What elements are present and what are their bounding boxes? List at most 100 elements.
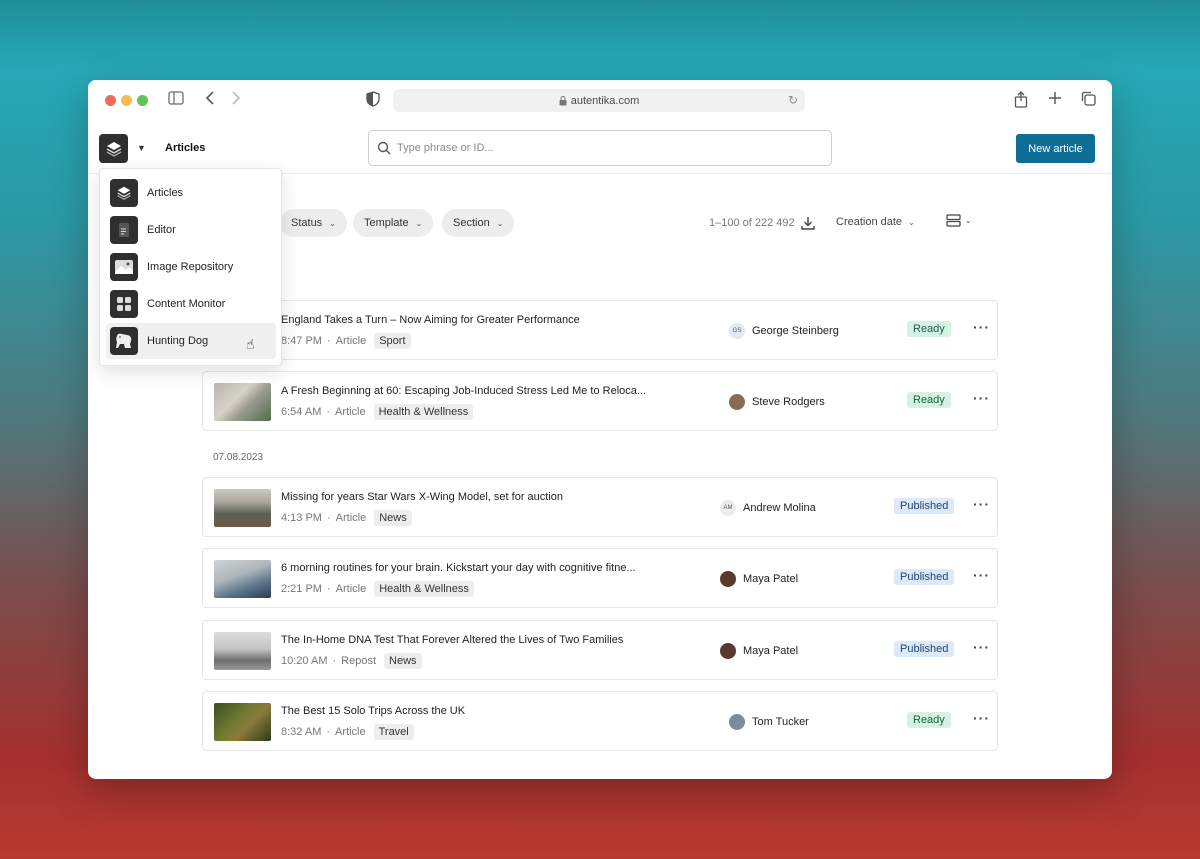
tab-overview-icon[interactable]: [1081, 91, 1096, 111]
list-view-icon: [946, 214, 961, 227]
author-name: Steve Rodgers: [752, 396, 825, 408]
author-name: Andrew Molina: [743, 502, 816, 514]
article-time: 10:20 AM: [281, 655, 328, 667]
more-options-icon[interactable]: ···: [973, 567, 990, 583]
search-icon: [377, 141, 391, 155]
avatar: [720, 643, 736, 659]
table-row[interactable]: 6 morning routines for your brain. Kicks…: [202, 548, 998, 608]
close-window-button[interactable]: [105, 95, 116, 106]
menu-item-label: Content Monitor: [147, 298, 226, 310]
app-switcher-button[interactable]: [99, 134, 128, 163]
results-count: 1–100 of 222 492: [709, 216, 815, 230]
search-input[interactable]: [397, 142, 817, 154]
layers-icon: [106, 141, 121, 157]
author: GS George Steinberg: [729, 323, 839, 339]
author: Maya Patel: [720, 643, 798, 659]
address-bar[interactable]: autentika.com ↻: [393, 89, 805, 112]
article-title[interactable]: A Fresh Beginning at 60: Escaping Job-In…: [281, 385, 646, 397]
article-thumbnail: [214, 560, 271, 598]
table-row[interactable]: A Fresh Beginning at 60: Escaping Job-In…: [202, 371, 998, 431]
browser-window: autentika.com ↻ ▼ Articles New article S…: [88, 80, 1112, 779]
app-header: ▼ Articles New article: [88, 122, 1112, 174]
menu-item-label: Image Repository: [147, 261, 234, 273]
author: Tom Tucker: [729, 714, 809, 730]
caret-down-icon[interactable]: ▼: [137, 143, 146, 153]
dog-icon: [110, 327, 138, 355]
chevron-down-icon: ⌄: [329, 218, 336, 228]
article-type: Article: [335, 512, 367, 524]
status-filter[interactable]: Status ⌄: [280, 209, 347, 237]
status-filter-label: Status: [291, 217, 323, 229]
table-row[interactable]: The In-Home DNA Test That Forever Altere…: [202, 620, 998, 680]
article-title[interactable]: 6 morning routines for your brain. Kicks…: [281, 562, 636, 574]
sort-label: Creation date: [836, 216, 903, 228]
status-badge: Published: [894, 641, 955, 657]
article-type: Article: [335, 406, 366, 418]
share-icon[interactable]: [1014, 91, 1028, 113]
author: Steve Rodgers: [729, 394, 825, 410]
article-time: 8:47 PM: [281, 335, 322, 347]
more-options-icon[interactable]: ···: [973, 710, 990, 726]
table-row[interactable]: Missing for years Star Wars X-Wing Model…: [202, 477, 998, 537]
menu-item-image-repository[interactable]: Image Repository: [106, 249, 276, 285]
menu-item-label: Editor: [147, 224, 176, 236]
article-meta: 10:20 AM · Repost News: [281, 653, 422, 669]
date-group-label: 07.08.2023: [213, 452, 264, 463]
pointer-cursor-icon: ☝: [246, 336, 255, 352]
privacy-shield-icon[interactable]: [366, 91, 380, 112]
section-tag: Health & Wellness: [374, 581, 474, 597]
sort-dropdown[interactable]: Creation date ⌄: [836, 216, 915, 228]
back-icon[interactable]: [205, 91, 215, 110]
url-text: autentika.com: [570, 94, 640, 107]
avatar: [729, 714, 745, 730]
forward-icon[interactable]: [231, 91, 241, 110]
table-row[interactable]: England Takes a Turn – Now Aiming for Gr…: [202, 300, 998, 360]
minimize-window-button[interactable]: [121, 95, 132, 106]
template-filter[interactable]: Template ⌄: [353, 209, 434, 237]
more-options-icon[interactable]: ···: [973, 319, 990, 335]
more-options-icon[interactable]: ···: [973, 496, 990, 512]
more-options-icon[interactable]: ···: [973, 390, 990, 406]
article-title[interactable]: England Takes a Turn – Now Aiming for Gr…: [281, 314, 580, 326]
article-thumbnail: [214, 632, 271, 670]
article-type: Article: [335, 583, 367, 595]
new-tab-icon[interactable]: [1048, 91, 1062, 110]
chevron-down-icon: ⌄: [908, 217, 915, 227]
article-thumbnail: [214, 703, 271, 741]
more-options-icon[interactable]: ···: [973, 639, 990, 655]
article-meta: 4:13 PM · Article News: [281, 510, 412, 526]
menu-item-label: Articles: [147, 187, 184, 199]
menu-item-editor[interactable]: Editor: [106, 212, 276, 248]
section-filter-label: Section: [453, 217, 490, 229]
table-row[interactable]: The Best 15 Solo Trips Across the UK 8:3…: [202, 691, 998, 751]
avatar: GS: [729, 323, 745, 339]
article-time: 8:32 AM: [281, 726, 322, 738]
section-filter[interactable]: Section ⌄: [442, 209, 515, 237]
sidebar-toggle-icon[interactable]: [168, 91, 184, 110]
section-tag: Sport: [374, 333, 411, 349]
menu-item-content-monitor[interactable]: Content Monitor: [106, 286, 276, 322]
author-name: Tom Tucker: [752, 716, 809, 728]
article-type: Article: [335, 726, 366, 738]
page-title: Articles: [165, 142, 206, 154]
reload-icon[interactable]: ↻: [788, 93, 798, 107]
chevron-down-icon: ⌄: [965, 216, 972, 225]
article-meta: 8:32 AM · Article Travel: [281, 724, 414, 740]
author: AM Andrew Molina: [720, 500, 816, 516]
status-badge: Ready: [907, 392, 951, 408]
new-article-button[interactable]: New article: [1016, 134, 1095, 163]
view-mode-toggle[interactable]: ⌄: [946, 214, 972, 227]
search-box[interactable]: [368, 130, 832, 166]
maximize-window-button[interactable]: [137, 95, 148, 106]
download-icon[interactable]: [800, 216, 815, 230]
image-icon: [110, 253, 138, 281]
status-badge: Published: [894, 498, 955, 514]
section-tag: Health & Wellness: [373, 404, 474, 420]
browser-toolbar: autentika.com ↻: [88, 80, 1112, 122]
section-tag: News: [384, 653, 422, 669]
article-title[interactable]: Missing for years Star Wars X-Wing Model…: [281, 491, 563, 503]
document-icon: [110, 216, 138, 244]
article-title[interactable]: The Best 15 Solo Trips Across the UK: [281, 705, 465, 717]
article-title[interactable]: The In-Home DNA Test That Forever Altere…: [281, 634, 623, 646]
menu-item-articles[interactable]: Articles: [106, 175, 276, 211]
